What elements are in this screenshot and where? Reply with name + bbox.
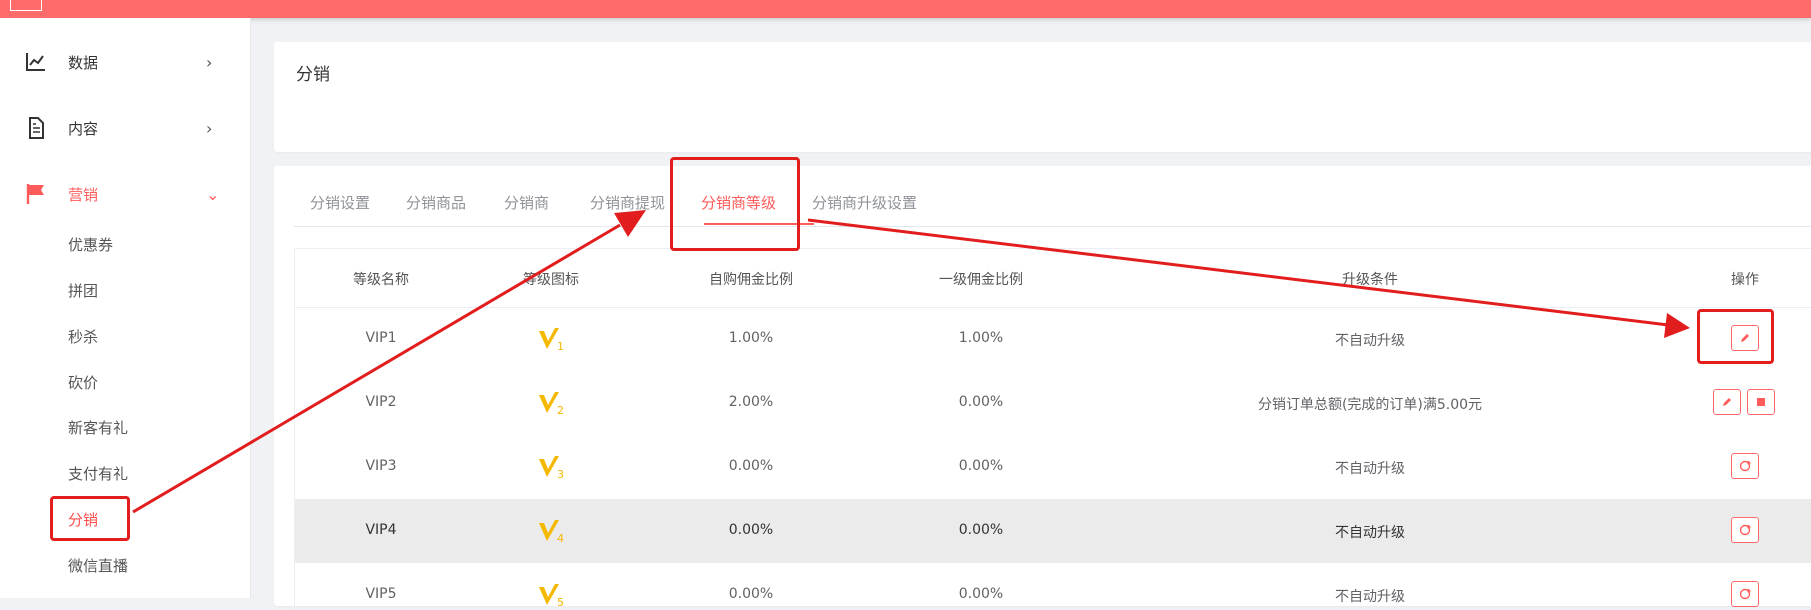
tab-distribution-settings[interactable]: 分销设置 (310, 192, 370, 213)
submenu-item-payment-gift[interactable]: 支付有礼 (68, 463, 128, 484)
level1-commission-value: 1.00% (958, 330, 1004, 346)
document-icon (29, 117, 44, 139)
enable-button[interactable] (1731, 581, 1759, 607)
chevron-right-icon: › (206, 52, 213, 72)
logo[interactable] (10, 0, 42, 11)
header-self-commission: 自购佣金比例 (709, 272, 793, 288)
chevron-down-icon: ⌄ (206, 184, 220, 204)
top-header-bar (0, 0, 1811, 18)
upgrade-condition-value: 不自动升级 (1335, 333, 1405, 349)
tab-distributors[interactable]: 分销商 (504, 192, 549, 213)
annotation-box-sidebar (50, 496, 130, 541)
tab-bar: 分销设置 分销商品 分销商 分销商提现 分销商等级 分销商升级设置 (294, 186, 1811, 227)
table-row: VIP1 1 1.00% 1.00% 不自动升级 (295, 307, 1811, 371)
enable-button[interactable] (1731, 453, 1759, 479)
submenu-item-flash-sale[interactable]: 秒杀 (68, 326, 98, 347)
upgrade-condition-value: 不自动升级 (1335, 461, 1405, 477)
vip-level-icon: 1 (539, 328, 564, 353)
level1-commission-value: 0.00% (958, 586, 1004, 602)
header-upgrade-condition: 升级条件 (1342, 272, 1398, 288)
level-name: VIP2 (365, 394, 397, 410)
vip-level-icon: 5 (539, 584, 564, 609)
level-name: VIP5 (365, 586, 397, 602)
page-title: 分销 (296, 65, 330, 85)
stop-icon (1757, 398, 1765, 406)
level-name: VIP1 (365, 330, 397, 346)
level1-commission-value: 0.00% (958, 458, 1004, 474)
vip-icon-number: 1 (557, 340, 564, 353)
stop-button[interactable] (1747, 389, 1775, 415)
refresh-icon (1739, 524, 1752, 536)
self-commission-value: 0.00% (728, 458, 774, 474)
vip-icon-number: 4 (557, 532, 564, 545)
submenu-item-bargain[interactable]: 砍价 (68, 372, 98, 393)
sidebar-item-label: 数据 (68, 53, 99, 72)
upgrade-condition-value: 分销订单总额(完成的订单)满5.00元 (1257, 397, 1483, 413)
sidebar-item-label: 营销 (68, 185, 99, 204)
self-commission-value: 0.00% (728, 586, 774, 602)
refresh-icon (1739, 460, 1752, 472)
sidebar-item-content[interactable]: 内容 › (0, 108, 250, 148)
main-content-card: 分销设置 分销商品 分销商 分销商提现 分销商等级 分销商升级设置 等级名称 等… (274, 166, 1811, 610)
header-level-name: 等级名称 (353, 272, 409, 288)
table-row: VIP2 2 2.00% 0.00% 分销订单总额(完成的订单)满5.00元 (295, 371, 1811, 435)
sidebar-item-label: 内容 (68, 119, 99, 138)
level1-commission-value: 0.00% (958, 394, 1004, 410)
self-commission-value: 0.00% (728, 522, 774, 538)
level-name: VIP3 (365, 458, 397, 474)
table-row: VIP5 5 0.00% 0.00% 不自动升级 (295, 563, 1811, 609)
tab-distributor-withdraw[interactable]: 分销商提现 (590, 192, 665, 213)
tab-distribution-products[interactable]: 分销商品 (406, 192, 466, 213)
table-row: VIP3 3 0.00% 0.00% 不自动升级 (295, 435, 1811, 499)
edit-button[interactable] (1713, 389, 1741, 415)
vip-icon-number: 2 (557, 404, 564, 417)
annotation-box-edit (1697, 309, 1774, 364)
submenu-item-wechat-live[interactable]: 微信直播 (68, 555, 128, 576)
self-commission-value: 1.00% (728, 330, 774, 346)
flag-icon (26, 184, 44, 204)
table-row: VIP4 4 0.00% 0.00% 不自动升级 (295, 499, 1811, 563)
level-table: 等级名称 等级图标 自购佣金比例 一级佣金比例 升级条件 操作 VIP1 1 1… (294, 248, 1811, 610)
vip-level-icon: 3 (539, 456, 564, 481)
header-level-icon: 等级图标 (523, 272, 579, 288)
vip-icon-number: 3 (557, 468, 564, 481)
refresh-icon (1739, 588, 1752, 600)
header-level1-commission: 一级佣金比例 (939, 272, 1023, 288)
chevron-right-icon: › (206, 118, 213, 138)
submenu-item-new-customer-gift[interactable]: 新客有礼 (68, 417, 128, 438)
pencil-icon (1723, 398, 1731, 406)
line-chart-icon (26, 53, 45, 71)
table-header: 等级名称 等级图标 自购佣金比例 一级佣金比例 升级条件 操作 (295, 249, 1811, 308)
sidebar-item-marketing[interactable]: 营销 ⌄ (0, 174, 250, 214)
submenu-item-group-buy[interactable]: 拼团 (68, 280, 98, 301)
submenu-item-coupon[interactable]: 优惠券 (68, 234, 113, 255)
level1-commission-value: 0.00% (958, 522, 1004, 538)
level-name: VIP4 (365, 522, 397, 538)
sidebar-item-data[interactable]: 数据 › (0, 42, 250, 82)
enable-button[interactable] (1731, 517, 1759, 543)
annotation-box-tab (670, 157, 800, 251)
upgrade-condition-value: 不自动升级 (1335, 589, 1405, 605)
vip-level-icon: 2 (539, 392, 564, 417)
self-commission-value: 2.00% (728, 394, 774, 410)
page-header-card: 分销 (274, 42, 1811, 152)
tab-distributor-upgrade-settings[interactable]: 分销商升级设置 (812, 192, 917, 213)
vip-level-icon: 4 (539, 520, 564, 545)
header-actions: 操作 (1731, 272, 1759, 288)
upgrade-condition-value: 不自动升级 (1335, 525, 1405, 541)
